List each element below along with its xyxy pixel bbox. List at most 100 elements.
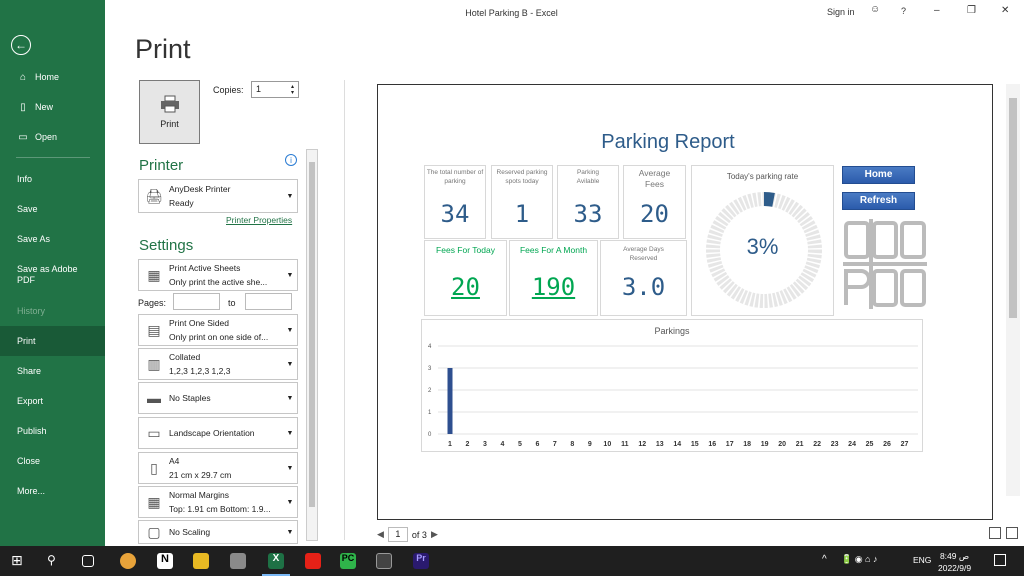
next-page-icon[interactable]: ▶ bbox=[431, 529, 438, 540]
tray-chevron-icon[interactable]: ^ bbox=[822, 554, 827, 565]
minimize-icon[interactable]: – bbox=[934, 5, 940, 16]
nav-new[interactable]: ▯ New bbox=[0, 92, 105, 122]
nav-label: Close bbox=[17, 456, 41, 466]
paper-size-dropdown[interactable]: ▯ A4 21 cm x 29.7 cm ▼ bbox=[138, 452, 298, 484]
page-navigator: ◀ 1 of 3 ▶ bbox=[377, 527, 438, 542]
nav-label: Export bbox=[17, 396, 44, 406]
nav-save[interactable]: Save bbox=[0, 194, 105, 224]
nav-open[interactable]: ▭ Open bbox=[0, 122, 105, 152]
notifications-icon[interactable] bbox=[994, 554, 1006, 566]
chevron-down-icon: ▼ bbox=[286, 498, 294, 506]
nav-share[interactable]: Share bbox=[0, 356, 105, 386]
nav-close[interactable]: Close bbox=[0, 446, 105, 476]
prev-page-icon[interactable]: ◀ bbox=[377, 529, 384, 540]
zoom-to-page-icon[interactable] bbox=[1006, 527, 1018, 539]
calculator-icon[interactable] bbox=[230, 553, 246, 569]
stat-label: Fees For A Month bbox=[519, 245, 588, 255]
backstage-sidebar: ← ⌂ Home ▯ New ▭ Open Info Save Save As Sav… bbox=[0, 0, 105, 546]
refresh-button[interactable]: Refresh bbox=[842, 192, 915, 210]
pycharm-icon[interactable]: PC bbox=[340, 553, 356, 569]
scaling-dropdown[interactable]: ▢ No Scaling ▼ bbox=[138, 520, 298, 544]
nav-info[interactable]: Info bbox=[0, 164, 105, 194]
tray-icons[interactable]: 🔋 ◉ ⌂ ♪ bbox=[841, 554, 878, 565]
restore-icon[interactable]: ❐ bbox=[967, 5, 976, 16]
scaling-icon: ▢ bbox=[147, 523, 161, 540]
preview-scrollbar[interactable] bbox=[1006, 84, 1020, 496]
page-number-input[interactable]: 1 bbox=[387, 527, 408, 542]
setting-line1: Landscape Orientation bbox=[169, 428, 255, 438]
scroll-thumb[interactable] bbox=[309, 162, 315, 507]
print-button[interactable]: Print bbox=[139, 80, 200, 144]
close-icon[interactable]: ✕ bbox=[1001, 5, 1009, 16]
youtube-icon[interactable] bbox=[305, 553, 321, 569]
pages-from-input[interactable] bbox=[173, 293, 220, 310]
chrome-icon[interactable] bbox=[120, 553, 136, 569]
to-label: to bbox=[228, 298, 236, 308]
bar bbox=[447, 368, 453, 434]
nav-more[interactable]: More... bbox=[0, 476, 105, 506]
nav-label: Share bbox=[17, 366, 42, 376]
nav-label: Save As bbox=[17, 234, 51, 244]
stat-card-fees-month: Fees For A Month 190 bbox=[509, 240, 598, 316]
x-tick-label: 11 bbox=[621, 441, 629, 448]
show-margins-icon[interactable] bbox=[989, 527, 1001, 539]
help-icon[interactable]: ? bbox=[901, 6, 906, 16]
nav-label: Home bbox=[35, 72, 60, 82]
file-explorer-icon[interactable] bbox=[193, 553, 209, 569]
copies-stepper[interactable]: 1 ▴ ▾ bbox=[251, 81, 299, 98]
sign-in-link[interactable]: Sign in bbox=[827, 7, 855, 17]
premiere-icon[interactable]: Pr bbox=[413, 553, 429, 569]
language-indicator[interactable]: ENG bbox=[913, 555, 931, 565]
windows-start-icon[interactable]: ⊞ bbox=[11, 552, 27, 568]
print-what-dropdown[interactable]: ▦ Print Active Sheets Only print the activ… bbox=[138, 259, 298, 291]
one-sided-icon: ▤ bbox=[147, 321, 161, 338]
nav-home[interactable]: ⌂ Home bbox=[0, 62, 105, 92]
spin-icon[interactable]: ▴ ▾ bbox=[291, 84, 294, 96]
printer-dropdown[interactable]: 🖨 AnyDesk Printer Ready ▼ bbox=[138, 179, 298, 213]
nav-label: Print bbox=[17, 336, 36, 346]
stat-label: Average Fees bbox=[638, 168, 671, 189]
collation-dropdown[interactable]: ▥ Collated 1,2,3 1,2,3 1,2,3 ▼ bbox=[138, 348, 298, 380]
chevron-down-icon: ▼ bbox=[286, 394, 294, 402]
nav-print[interactable]: Print bbox=[0, 326, 105, 356]
nav-label: Info bbox=[17, 174, 33, 184]
nav-publish[interactable]: Publish bbox=[0, 416, 105, 446]
setting-line2: 1,2,3 1,2,3 1,2,3 bbox=[169, 366, 231, 376]
staples-dropdown[interactable]: ▬ No Staples ▼ bbox=[138, 382, 298, 414]
pages-to-input[interactable] bbox=[245, 293, 292, 310]
sides-dropdown[interactable]: ▤ Print One Sided Only print on one side o… bbox=[138, 314, 298, 346]
printer-properties-link[interactable]: Printer Properties bbox=[226, 215, 292, 225]
window-title: Hotel Parking B - Excel bbox=[465, 8, 558, 18]
search-icon[interactable]: ⚲ bbox=[47, 553, 63, 569]
nav-save-as[interactable]: Save As bbox=[0, 224, 105, 254]
orientation-dropdown[interactable]: ▭ Landscape Orientation ▼ bbox=[138, 417, 298, 449]
excel-icon[interactable]: X bbox=[268, 553, 284, 569]
setting-line1: No Staples bbox=[169, 393, 211, 403]
x-tick-label: 27 bbox=[901, 441, 909, 448]
clock[interactable]: 8:49 ص 2022/9/9 bbox=[938, 550, 971, 574]
settings-scrollbar[interactable] bbox=[306, 149, 318, 541]
home-button[interactable]: Home bbox=[842, 166, 915, 184]
back-arrow-icon[interactable]: ← bbox=[11, 35, 31, 55]
x-tick-label: 4 bbox=[500, 441, 504, 448]
task-view-icon[interactable] bbox=[82, 555, 94, 567]
page-title: Print bbox=[135, 34, 191, 64]
info-icon[interactable]: i bbox=[285, 154, 297, 166]
scroll-thumb[interactable] bbox=[1009, 98, 1017, 318]
stat-value: 190 bbox=[531, 273, 576, 301]
clock-date: 2022/9/9 bbox=[938, 563, 972, 573]
x-tick-label: 14 bbox=[673, 441, 681, 448]
x-tick-label: 15 bbox=[691, 441, 699, 448]
terminal-icon[interactable] bbox=[376, 553, 392, 569]
nav-label: New bbox=[35, 102, 54, 112]
setting-line1: A4 bbox=[169, 456, 180, 466]
nav-label: More... bbox=[17, 486, 46, 496]
notion-icon[interactable]: N bbox=[157, 553, 173, 569]
margins-dropdown[interactable]: ▦ Normal Margins Top: 1.91 cm Bottom: 1.9.… bbox=[138, 486, 298, 518]
feedback-icon[interactable]: ☺ bbox=[870, 4, 880, 15]
nav-export[interactable]: Export bbox=[0, 386, 105, 416]
nav-label: Open bbox=[35, 132, 58, 142]
chart-plot: 012341 2 3 4 5 6 7 8 9 10 11 12 13 14 15 16 17 18 19 20 21 22… bbox=[428, 344, 918, 448]
nav-save-pdf[interactable]: Save as Adobe PDF bbox=[0, 258, 105, 292]
y-tick-label: 0 bbox=[428, 432, 432, 438]
